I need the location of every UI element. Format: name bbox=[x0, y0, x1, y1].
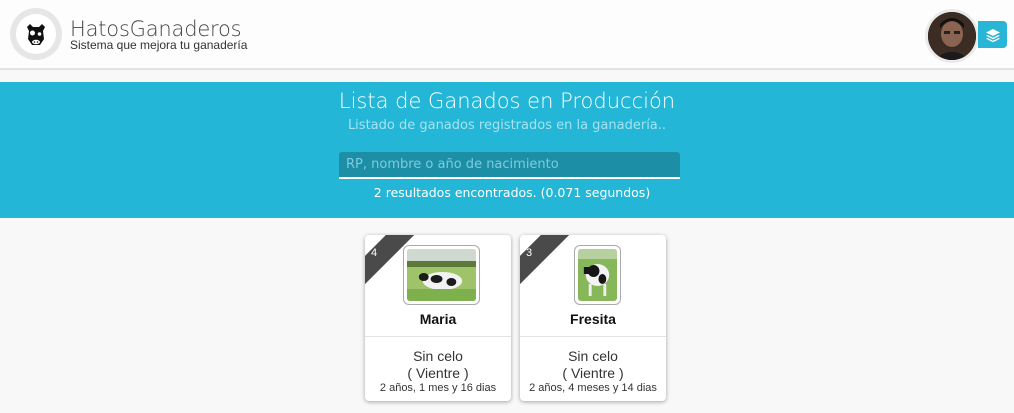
card-badge: 3 bbox=[520, 235, 575, 291]
cattle-age: 2 años, 4 meses y 14 dias bbox=[529, 382, 657, 394]
card-divider bbox=[520, 336, 666, 337]
layers-icon bbox=[985, 28, 1000, 42]
cattle-name: Maria bbox=[419, 311, 457, 327]
cattle-status: Sin celo bbox=[413, 348, 463, 364]
card-divider bbox=[365, 336, 511, 337]
search-input[interactable] bbox=[339, 152, 680, 179]
app-subtitle: Sistema que mejora tu ganadería bbox=[70, 38, 248, 52]
results-summary: 2 resultados encontrados. (0.071 segundo… bbox=[373, 185, 651, 200]
cattle-name: Fresita bbox=[570, 311, 616, 327]
cattle-type: ( Vientre ) bbox=[562, 365, 624, 381]
top-header: HatosGanaderos Sistema que mejora tu gan… bbox=[0, 0, 1014, 70]
layers-menu-button[interactable] bbox=[978, 21, 1007, 48]
user-avatar[interactable] bbox=[925, 9, 979, 63]
avatar-photo bbox=[928, 12, 976, 60]
page-subtitle: Listado de ganados registrados en la gan… bbox=[347, 118, 667, 133]
list-banner: Lista de Ganados en Producción Listado d… bbox=[0, 82, 1014, 218]
app-logo[interactable] bbox=[10, 8, 62, 60]
cattle-age: 2 años, 1 mes y 16 dias bbox=[379, 382, 497, 394]
cattle-card[interactable]: 4 Maria Sin celo ( Vientre ) 2 años, 1 m… bbox=[365, 235, 511, 401]
cattle-photo[interactable] bbox=[403, 245, 480, 305]
cow-logo-icon bbox=[27, 24, 45, 45]
cattle-photo[interactable] bbox=[574, 245, 621, 305]
cattle-status: Sin celo bbox=[568, 348, 618, 364]
page-title: Lista de Ganados en Producción bbox=[338, 89, 676, 113]
cattle-type: ( Vientre ) bbox=[407, 365, 469, 381]
cattle-card[interactable]: 3 Fresita Sin celo ( Vientre ) 2 años, 4… bbox=[520, 235, 666, 401]
